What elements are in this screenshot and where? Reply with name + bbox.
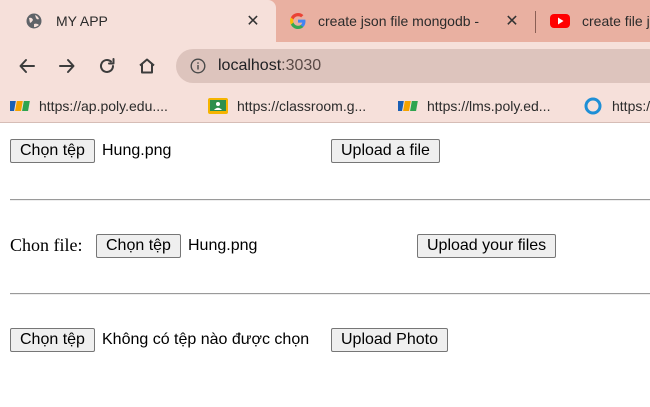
divider — [10, 293, 650, 295]
forward-button[interactable] — [56, 55, 78, 77]
url-host: localhost — [218, 57, 282, 74]
bookmark-label: https:/ — [612, 98, 650, 114]
back-button[interactable] — [16, 55, 38, 77]
upload-photo-button[interactable]: Upload Photo — [331, 328, 448, 352]
browser-toolbar: localhost:3030 — [0, 42, 650, 90]
youtube-icon — [550, 14, 570, 28]
home-button[interactable] — [136, 55, 158, 77]
upload-your-files-button[interactable]: Upload your files — [417, 234, 557, 258]
selected-file-name: Hung.png — [102, 142, 172, 159]
tab-google-search[interactable]: create json file mongodb - ✕ — [280, 0, 535, 42]
bookmark-label: https://classroom.g... — [237, 98, 367, 114]
bookmark-ap-poly[interactable]: https://ap.poly.edu.... — [10, 90, 168, 122]
tab-youtube[interactable]: create file j — [540, 0, 650, 42]
choose-file-button[interactable]: Chọn tệp — [96, 234, 181, 258]
tab-my-app[interactable]: MY APP ✕ — [0, 0, 276, 42]
reload-icon — [100, 58, 115, 73]
forward-arrow-icon — [59, 59, 75, 73]
bookmark-label: https://lms.poly.ed... — [427, 98, 551, 114]
fpt-icon — [398, 98, 418, 114]
choose-file-label: Chon file: — [10, 235, 83, 255]
address-bar[interactable]: localhost:3030 — [176, 49, 650, 83]
globe-icon — [26, 13, 42, 29]
selected-file-name: Hung.png — [188, 237, 258, 254]
bookmarks-bar: https://ap.poly.edu.... https://classroo… — [0, 90, 650, 123]
no-file-chosen-text: Không có tệp nào được chọn — [102, 331, 310, 348]
tab-strip: MY APP ✕ create json file mongodb - ✕ cr… — [0, 0, 650, 42]
info-icon[interactable] — [190, 58, 206, 74]
tab-title: create json file mongodb - — [318, 13, 480, 29]
choose-file-button[interactable]: Chọn tệp — [10, 139, 95, 163]
upload-a-file-button[interactable]: Upload a file — [331, 139, 440, 163]
home-icon — [139, 58, 155, 74]
reload-button[interactable] — [96, 55, 118, 77]
tab-close-icon[interactable]: ✕ — [505, 11, 519, 31]
fpt-icon — [10, 98, 30, 114]
divider — [10, 199, 650, 201]
page-content: Chọn tệp Hung.png Upload a file Chon fil… — [0, 123, 650, 407]
tab-title: MY APP — [56, 13, 108, 29]
circle-icon — [583, 97, 603, 115]
classroom-icon — [208, 98, 228, 114]
tab-title: create file j — [582, 13, 650, 29]
bookmark-other[interactable]: https:/ — [583, 90, 650, 122]
back-arrow-icon — [19, 59, 35, 73]
choose-file-button[interactable]: Chọn tệp — [10, 328, 95, 352]
tab-close-icon[interactable]: ✕ — [246, 11, 260, 31]
bookmark-classroom[interactable]: https://classroom.g... — [208, 90, 366, 122]
url-text: localhost:3030 — [218, 57, 321, 75]
url-port: :3030 — [281, 57, 322, 74]
google-icon — [290, 13, 306, 29]
bookmark-label: https://ap.poly.edu.... — [39, 98, 168, 114]
bookmark-lms-poly[interactable]: https://lms.poly.ed... — [398, 90, 550, 122]
tab-separator — [535, 11, 536, 33]
